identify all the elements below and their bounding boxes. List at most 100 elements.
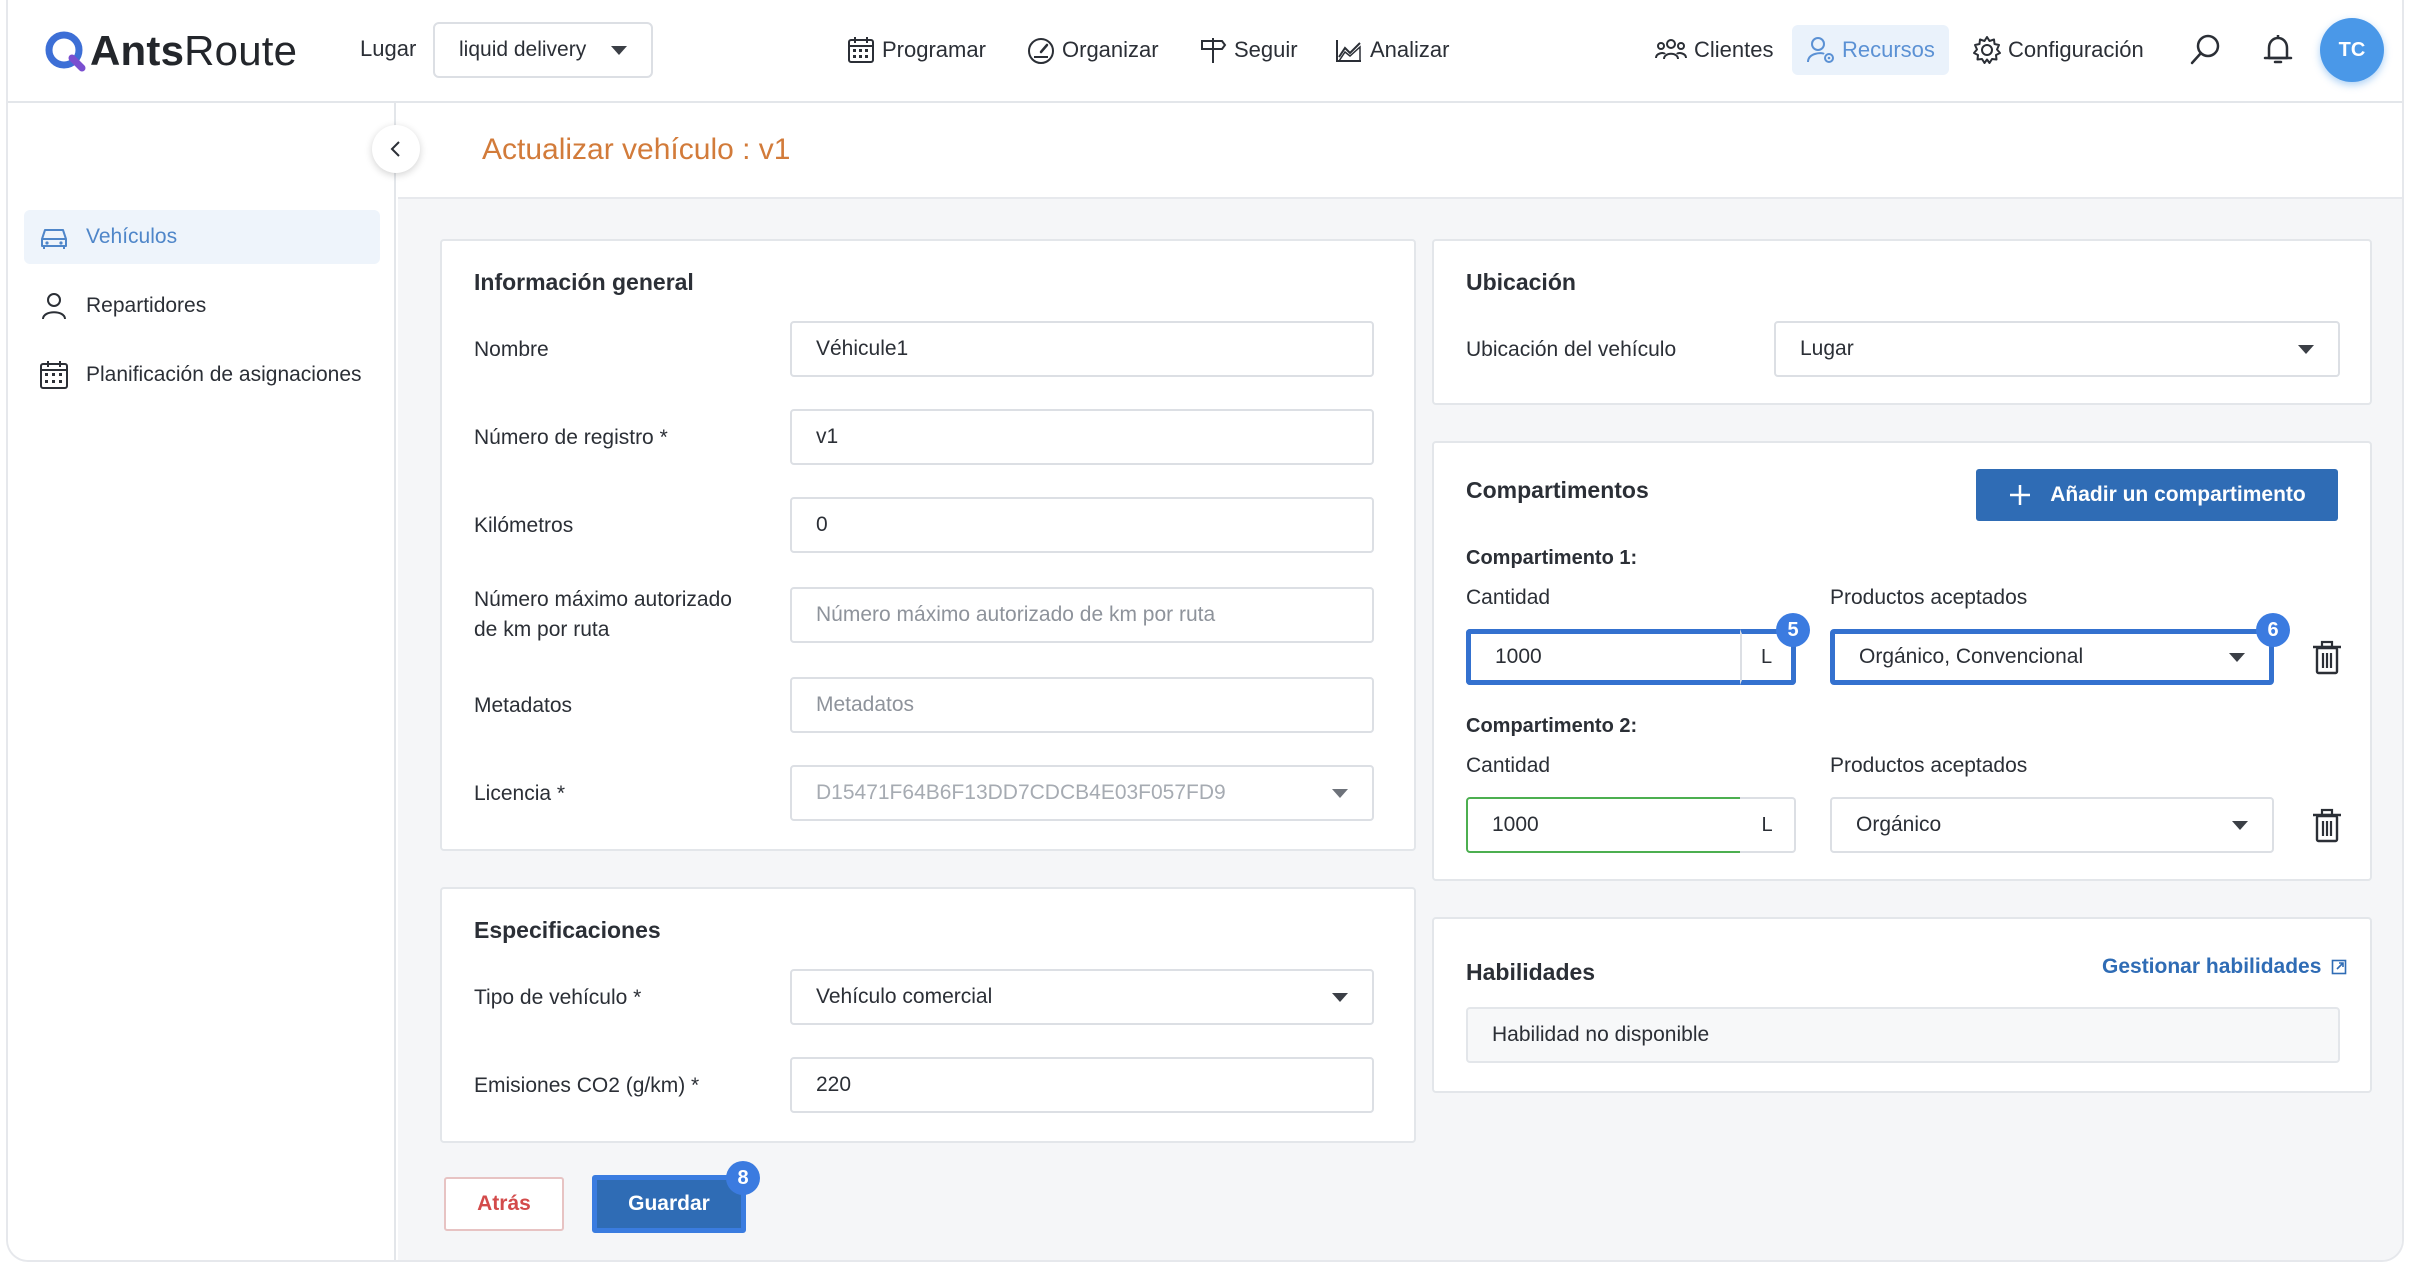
name-input[interactable]: Véhicule1	[790, 321, 1374, 377]
km-input[interactable]: 0	[790, 497, 1374, 553]
nav-organizar-label: Organizar	[1062, 37, 1159, 62]
name-input-value: Véhicule1	[816, 337, 909, 360]
nav-configuracion[interactable]: Configuración	[1972, 30, 2144, 70]
compartment-2-qty-value: 1000	[1492, 813, 1539, 836]
skills-title: Habilidades	[1466, 959, 1596, 985]
compartment-2-products-select[interactable]: Orgánico	[1830, 797, 2274, 853]
gauge-icon	[1028, 38, 1054, 64]
users-icon	[1655, 39, 1687, 60]
chevron-down-icon	[1332, 992, 1348, 1002]
trash-icon[interactable]	[2310, 639, 2344, 675]
nav-recursos-label: Recursos	[1842, 37, 1935, 62]
chevron-down-icon	[611, 45, 627, 55]
chevron-down-icon	[2298, 344, 2314, 354]
vehicle-type-select[interactable]: Vehículo comercial	[790, 969, 1374, 1025]
external-link-icon	[2332, 959, 2347, 975]
search-icon[interactable]	[2188, 32, 2224, 68]
manage-skills-link[interactable]: Gestionar habilidades	[2102, 955, 2347, 979]
vehicle-type-label: Tipo de vehículo *	[474, 986, 642, 1009]
collapse-sidebar-button[interactable]	[372, 125, 420, 173]
sidebar-item-vehiculos[interactable]: Vehículos	[24, 210, 380, 264]
logo-text-light: Route	[184, 27, 298, 74]
license-label: Licencia *	[474, 782, 566, 805]
sidebar: Vehículos Repartidores Planificación de …	[8, 103, 396, 1260]
license-select[interactable]: D15471F64B6F13DD7CDCB4E03F057FD9	[790, 765, 1374, 821]
trash-icon[interactable]	[2310, 807, 2344, 843]
main-content: Actualizar vehículo : v1 Información gen…	[398, 103, 2402, 1260]
compartment-2-products-label: Productos aceptados	[1830, 754, 2028, 777]
chevron-down-icon	[1332, 788, 1348, 798]
compartment-2-title: Compartimento 2:	[1466, 715, 1638, 737]
registration-label: Número de registro *	[474, 426, 668, 449]
registration-input[interactable]: v1	[790, 409, 1374, 465]
vehicle-type-value: Vehículo comercial	[816, 985, 993, 1008]
skills-empty-field: Habilidad no disponible	[1466, 1007, 2340, 1063]
calendar-icon	[848, 37, 874, 63]
avatar[interactable]: TC	[2320, 18, 2384, 82]
chevron-down-icon	[2232, 820, 2248, 830]
metadata-label: Metadatos	[474, 694, 573, 717]
compartments-card: Compartimentos Añadir un compartimento C…	[1432, 441, 2372, 881]
plus-icon	[2010, 485, 2031, 505]
nav-clientes-label: Clientes	[1694, 37, 1774, 62]
location-select-value: Lugar	[1800, 337, 1854, 360]
top-header: AntsRoute Lugar liquid delivery Programa…	[8, 0, 2402, 103]
sidebar-item-label: Vehículos	[86, 225, 178, 248]
nav-organizar[interactable]: Organizar	[1026, 30, 1159, 70]
logo-icon	[44, 30, 86, 72]
max-km-label-line2: de km por ruta	[474, 618, 610, 641]
compartment-1-qty-label: Cantidad	[1466, 586, 1551, 609]
nav-configuracion-label: Configuración	[2008, 37, 2144, 62]
page-header: Actualizar vehículo : v1	[398, 103, 2402, 199]
bell-icon[interactable]	[2260, 32, 2296, 68]
location-label: Ubicación del vehículo	[1466, 338, 1677, 361]
sidebar-item-planificacion[interactable]: Planificación de asignaciones	[24, 348, 380, 402]
compartment-2-unit: L	[1740, 797, 1796, 853]
nav-recursos[interactable]: Recursos	[1792, 25, 1949, 75]
add-compartment-button[interactable]: Añadir un compartimento	[1976, 469, 2338, 521]
co2-label: Emisiones CO2 (g/km) *	[474, 1074, 700, 1097]
compartment-2-qty-input[interactable]: 1000	[1466, 797, 1742, 853]
person-icon	[42, 293, 66, 320]
compartment-1-qty-input[interactable]: 1000	[1466, 629, 1742, 685]
user-gear-icon	[1807, 37, 1834, 63]
chevron-left-icon	[390, 141, 400, 157]
compartments-title: Compartimentos	[1466, 477, 1649, 503]
compartment-1-products-label: Productos aceptados	[1830, 586, 2028, 609]
nav-seguir-label: Seguir	[1234, 37, 1298, 62]
back-button[interactable]: Atrás	[444, 1177, 564, 1231]
license-select-value: D15471F64B6F13DD7CDCB4E03F057FD9	[816, 781, 1226, 804]
name-label: Nombre	[474, 338, 549, 361]
metadata-placeholder: Metadatos	[816, 693, 915, 716]
general-info-title: Información general	[474, 269, 694, 295]
km-label: Kilómetros	[474, 514, 574, 537]
skills-card: Habilidades Gestionar habilidades Habili…	[1432, 917, 2372, 1093]
place-select[interactable]: liquid delivery	[433, 22, 653, 78]
sidebar-item-repartidores[interactable]: Repartidores	[24, 279, 380, 333]
metadata-input[interactable]: Metadatos	[790, 677, 1374, 733]
place-select-value: liquid delivery	[459, 38, 587, 61]
location-select[interactable]: Lugar	[1774, 321, 2340, 377]
place-label: Lugar	[360, 36, 417, 61]
antsroute-logo[interactable]: AntsRoute	[44, 26, 297, 76]
co2-input-value: 220	[816, 1073, 852, 1096]
save-button[interactable]: Guardar	[592, 1175, 746, 1233]
general-info-card: Información general Nombre Véhicule1 Núm…	[440, 239, 1416, 851]
max-km-input[interactable]: Número máximo autorizado de km por ruta	[790, 587, 1374, 643]
max-km-placeholder: Número máximo autorizado de km por ruta	[816, 603, 1216, 626]
logo-text-bold: Ants	[90, 27, 185, 74]
max-km-label-line1: Número máximo autorizado	[474, 588, 732, 611]
page-title: Actualizar vehículo : v1	[482, 133, 791, 166]
compartment-1-products-select[interactable]: Orgánico, Convencional	[1830, 629, 2274, 685]
co2-input[interactable]: 220	[790, 1057, 1374, 1113]
nav-analizar[interactable]: Analizar	[1334, 30, 1449, 70]
registration-input-value: v1	[816, 425, 839, 448]
nav-programar[interactable]: Programar	[846, 30, 986, 70]
sidebar-item-label: Repartidores	[86, 294, 207, 317]
nav-clientes[interactable]: Clientes	[1654, 30, 1773, 70]
manage-skills-label: Gestionar habilidades	[2102, 955, 2322, 978]
sidebar-item-label: Planificación de asignaciones	[86, 363, 362, 386]
compartment-2-qty-label: Cantidad	[1466, 754, 1551, 777]
specs-title: Especificaciones	[474, 917, 661, 943]
nav-seguir[interactable]: Seguir	[1198, 30, 1298, 70]
